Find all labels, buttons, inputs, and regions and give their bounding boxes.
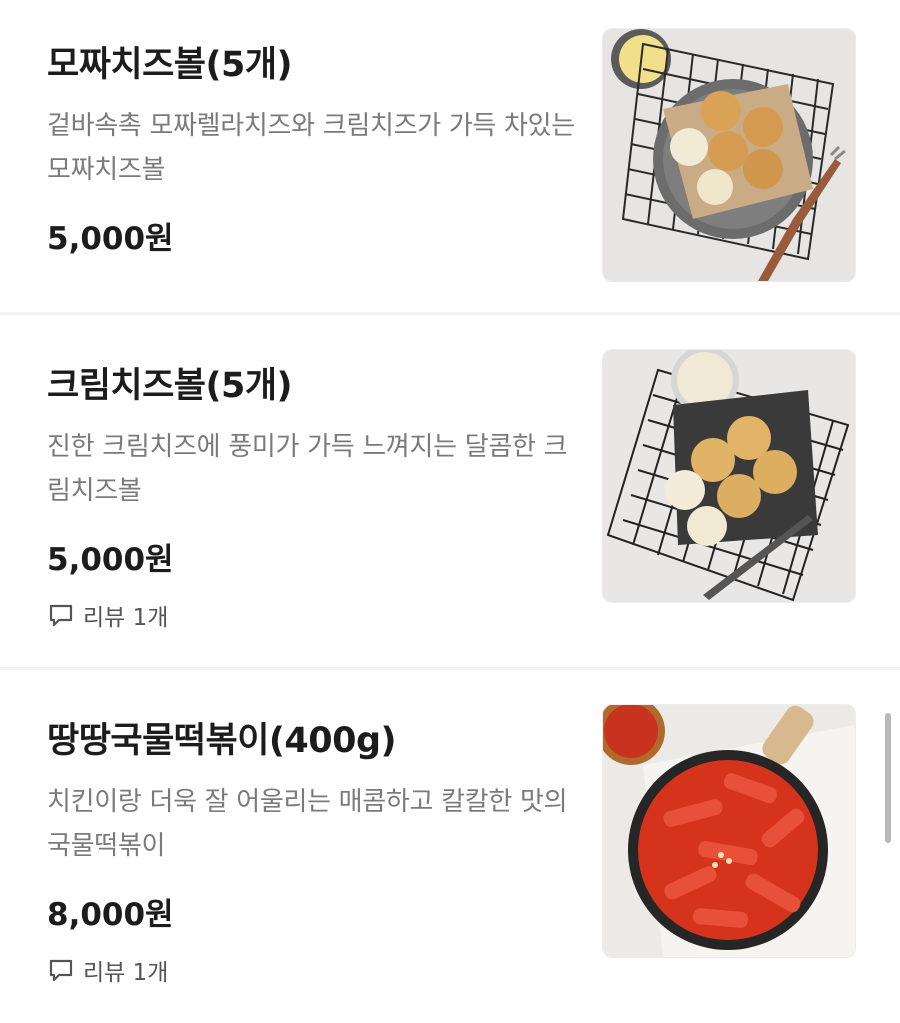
speech-bubble-icon [49,604,73,627]
menu-item-price: 8,000원 [47,897,174,933]
menu-item-description: 겉바속촉 모짜렐라치즈와 크림치즈가 가득 차있는 모짜치즈볼 [47,111,575,185]
menu-item-description: 치킨이랑 더욱 잘 어울리는 매콤하고 칼칼한 맛의 국물떡볶이 [47,787,568,861]
menu-item-price: 5,000원 [47,542,174,578]
menu-item-photo [602,28,856,282]
review-count[interactable]: 리뷰 1개 [47,598,168,632]
menu-item-tteokbokki[interactable]: 땅땅국물떡볶이(400g) 치킨이랑 더욱 잘 어울리는 매콤하고 칼칼한 맛의… [0,670,900,1023]
menu-item-title: 모짜치즈볼(5개) [47,45,293,85]
menu-item-title: 땅땅국물떡볶이(400g) [47,721,397,761]
review-count-label: 리뷰 1개 [83,960,169,986]
menu-item-mozza-cheese-ball[interactable]: 모짜치즈볼(5개) 겉바속촉 모짜렐라치즈와 크림치즈가 가득 차있는 모짜치즈… [0,0,900,312]
menu-item-photo [602,349,856,603]
scrollbar[interactable] [885,713,891,843]
menu-item-cream-cheese-ball[interactable]: 크림치즈볼(5개) 진한 크림치즈에 풍미가 가득 느껴지는 달콤한 크림치즈볼… [0,315,900,667]
review-count-label: 리뷰 1개 [83,605,169,631]
menu-item-photo [602,704,856,958]
speech-bubble-icon [49,959,73,982]
menu-item-description: 진한 크림치즈에 풍미가 가득 느껴지는 달콤한 크림치즈볼 [47,432,568,506]
review-count[interactable]: 리뷰 1개 [47,953,168,987]
menu-item-title: 크림치즈볼(5개) [47,366,293,406]
menu-item-price: 5,000원 [47,221,174,257]
